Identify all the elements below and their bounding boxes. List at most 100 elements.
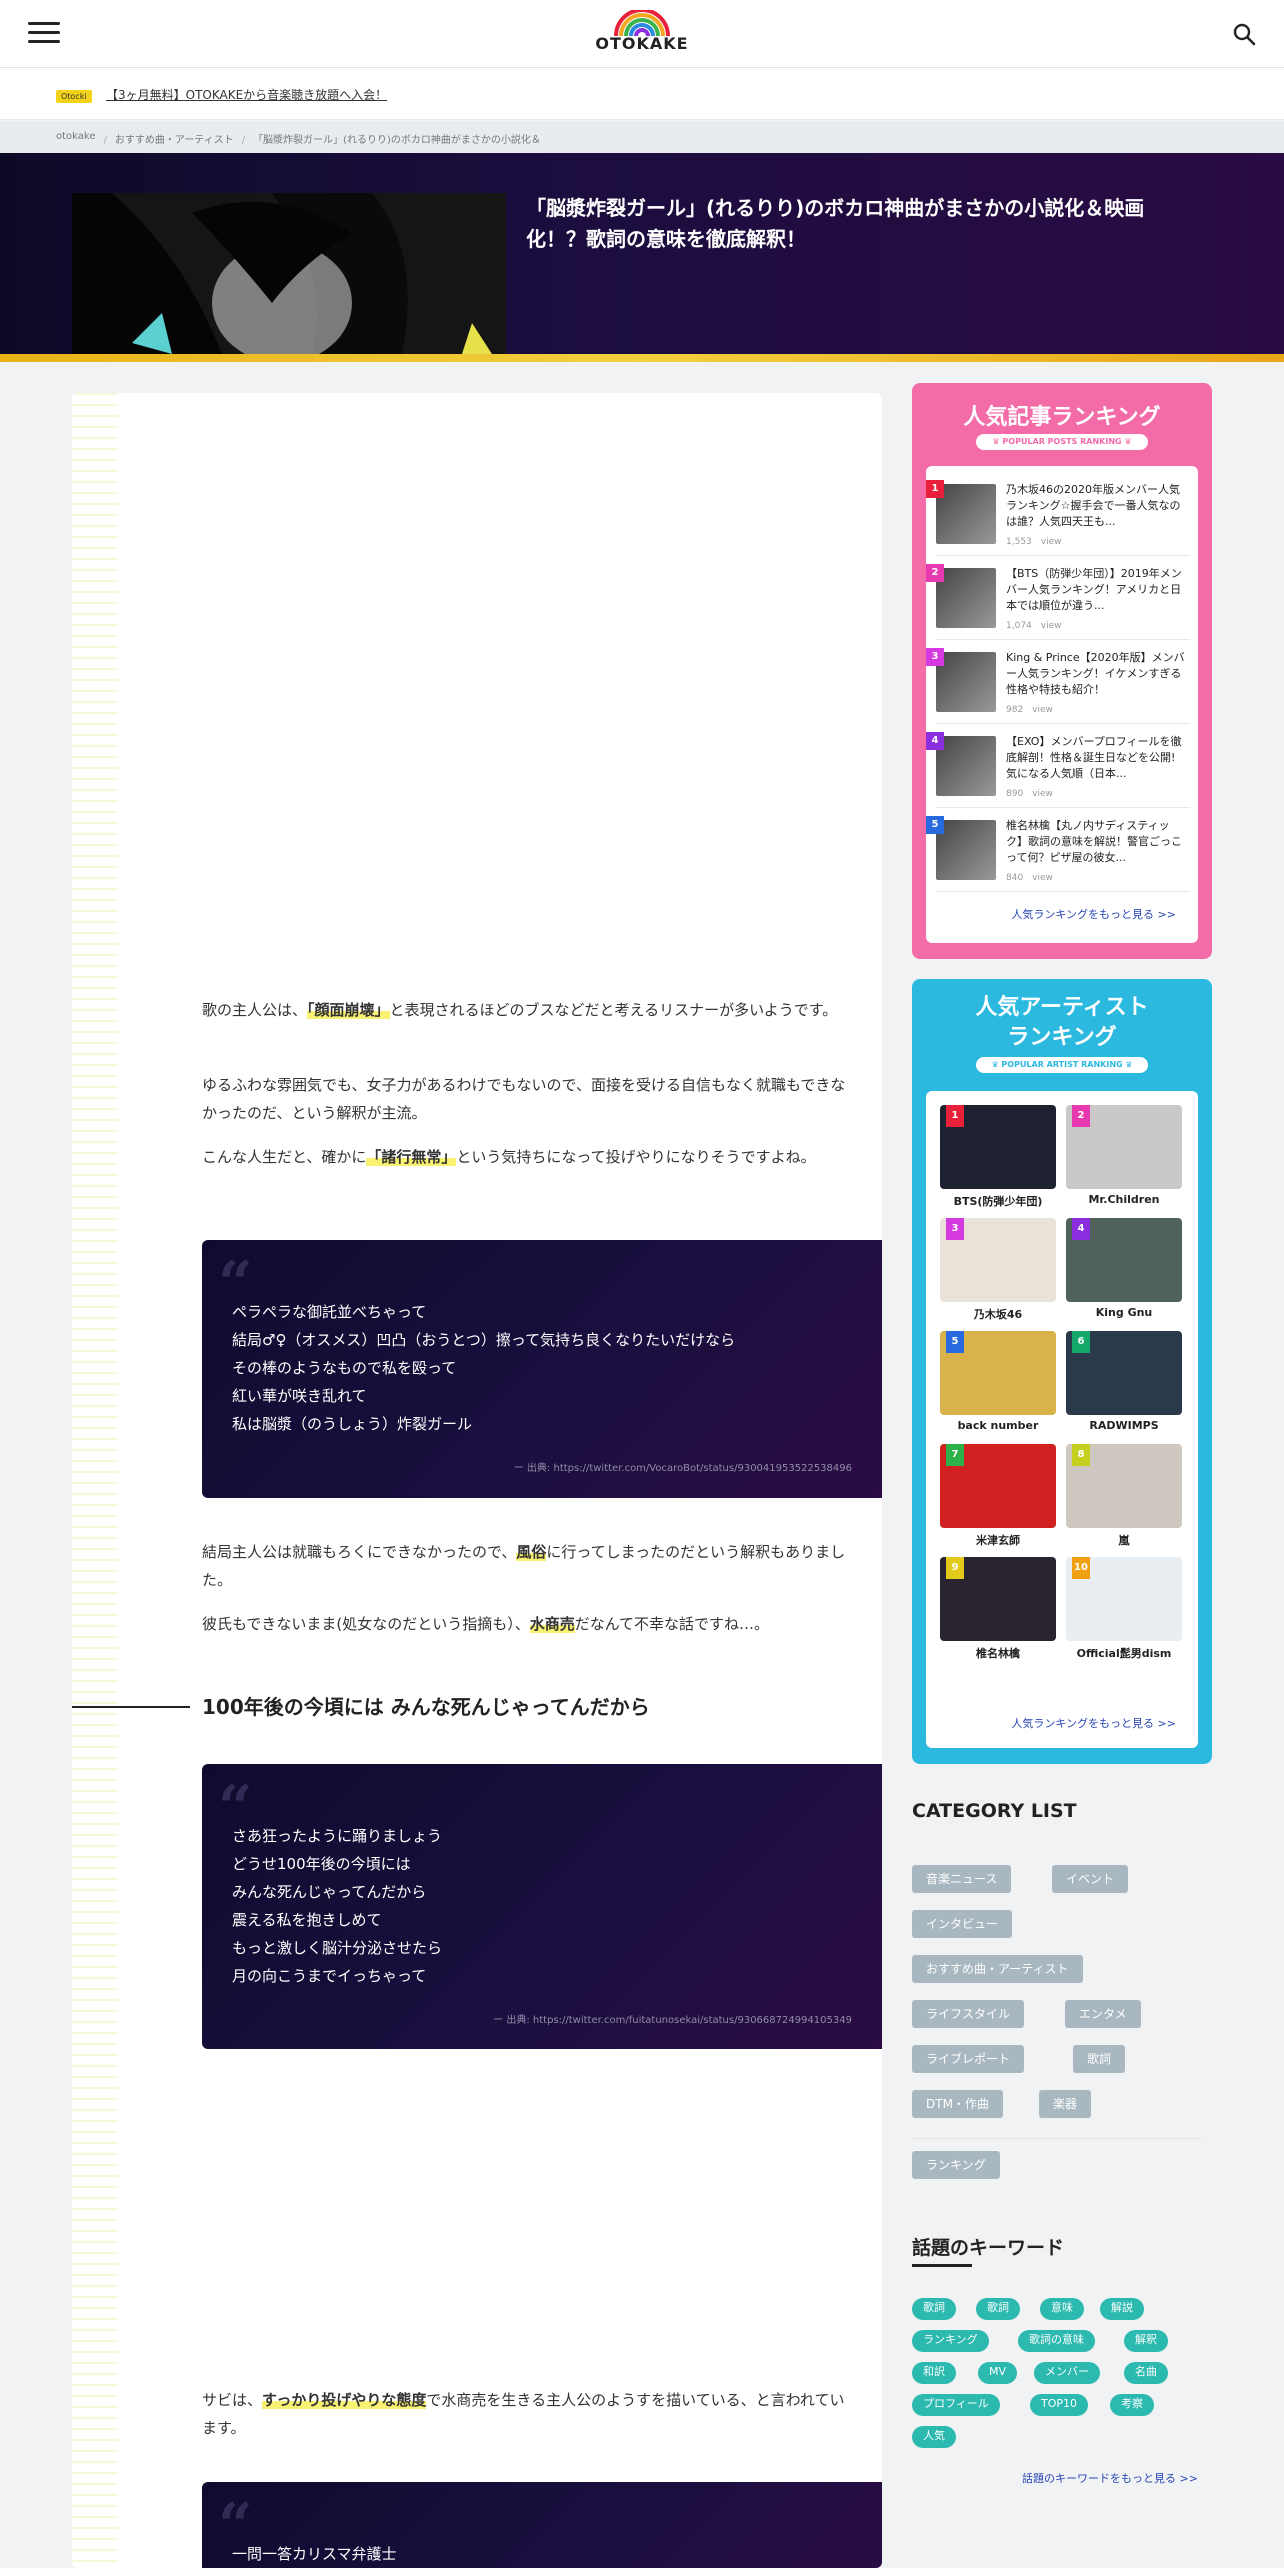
highlight: 「顔面崩壊」 <box>307 1001 390 1019</box>
artist-name[interactable]: 嵐 <box>1066 1532 1182 1548</box>
hero-image <box>72 193 506 354</box>
post-thumbnail[interactable] <box>936 736 996 796</box>
category-list-title: CATEGORY LIST <box>912 1800 1077 1822</box>
artist-name[interactable]: Mr.Children <box>1066 1193 1182 1206</box>
artist-name[interactable]: 乃木坂46 <box>940 1306 1056 1322</box>
category-chip[interactable]: おすすめ曲・アーティスト <box>912 1955 1083 1983</box>
artist-item[interactable]: 3 乃木坂46 <box>940 1218 1056 1326</box>
rank-number: 2 <box>1072 1105 1090 1127</box>
post-title[interactable]: 【BTS（防弾少年団）】2019年メンバー人気ランキング！アメリカと日本では順位… <box>1006 566 1186 614</box>
artist-item[interactable]: 6 RADWIMPS <box>1066 1331 1182 1439</box>
rank-number: 5 <box>926 816 944 834</box>
category-chip[interactable]: 歌詞 <box>1073 2045 1126 2073</box>
artist-item[interactable]: 8 嵐 <box>1066 1444 1182 1552</box>
site-logo[interactable]: OTOKAKE <box>592 10 692 60</box>
post-thumbnail[interactable] <box>936 484 996 544</box>
keyword-tag[interactable]: 歌詞の意味 <box>1018 2330 1095 2352</box>
ranking-post-item[interactable]: 3 King & Prince【2020年版】メンバー人気ランキング！イケメンす… <box>926 644 1190 724</box>
keyword-tag[interactable]: 人気 <box>912 2426 956 2448</box>
ranking-list: 1 乃木坂46の2020年版メンバー人気ランキング☆握手会で一番人気なのは誰？人… <box>926 466 1198 943</box>
keyword-tag[interactable]: MV <box>978 2362 1018 2384</box>
category-chip[interactable]: DTM・作曲 <box>912 2090 1003 2118</box>
quote-source[interactable]: ー 出典: https://twitter.com/fuitatunosekai… <box>493 2011 852 2026</box>
rank-number: 10 <box>1072 1557 1090 1579</box>
artist-name[interactable]: 米津玄師 <box>940 1532 1056 1548</box>
keyword-tag[interactable]: 解釈 <box>1124 2330 1168 2352</box>
artist-item[interactable]: 1 BTS(防弾少年団) <box>940 1105 1056 1213</box>
ranking-post-item[interactable]: 4 【EXO】メンバープロフィールを徹底解剖！性格＆誕生日などを公開!気になる人… <box>926 728 1190 808</box>
keyword-tag[interactable]: 和訳 <box>912 2362 956 2384</box>
paragraph: ゆるふわな雰囲気でも、女子力があるわけでもないので、面接を受ける自信もなく就職も… <box>202 1076 846 1122</box>
ranking-more-link[interactable]: 人気ランキングをもっと見る >> <box>1011 1715 1176 1731</box>
artist-name[interactable]: 椎名林檎 <box>940 1645 1056 1661</box>
artist-item[interactable]: 2 Mr.Children <box>1066 1105 1182 1213</box>
keyword-tag[interactable]: ランキング <box>912 2330 989 2352</box>
category-chip[interactable]: イベント <box>1052 1865 1129 1893</box>
keyword-tag[interactable]: 解説 <box>1100 2298 1144 2320</box>
keyword-tag[interactable]: 歌詞 <box>912 2298 956 2320</box>
ranking-post-item[interactable]: 5 椎名林檎【丸ノ内サディスティック】歌詞の意味を解説！警官ごっこって何？ピザ屋… <box>926 812 1190 892</box>
rank-number: 4 <box>926 732 944 750</box>
breadcrumb-home[interactable]: otokake <box>56 131 96 146</box>
keyword-tag[interactable]: 歌詞 <box>976 2298 1020 2320</box>
category-chip[interactable]: ランキング <box>912 2151 1000 2179</box>
keyword-tag[interactable]: プロフィール <box>912 2394 1000 2416</box>
category-chip[interactable]: 楽器 <box>1039 2090 1092 2118</box>
artist-item[interactable]: 4 King Gnu <box>1066 1218 1182 1326</box>
artist-name[interactable]: BTS(防弾少年団) <box>940 1193 1056 1209</box>
artist-item[interactable]: 5 back number <box>940 1331 1056 1439</box>
artist-item[interactable]: 10 Official髭男dism <box>1066 1557 1182 1665</box>
rank-number: 1 <box>926 480 944 498</box>
post-title[interactable]: King & Prince【2020年版】メンバー人気ランキング！イケメンすぎる… <box>1006 650 1186 698</box>
post-thumbnail[interactable] <box>936 820 996 880</box>
category-chip[interactable]: ライブレポート <box>912 2045 1025 2073</box>
rank-number: 4 <box>1072 1218 1090 1240</box>
heading-line <box>72 1706 190 1708</box>
ranking-title: 人気記事ランキング <box>963 405 1161 430</box>
rank-number: 7 <box>946 1444 964 1466</box>
quote-lines: さあ狂ったように踊りましょう どうせ100年後の今頃には みんな死んじゃってんだ… <box>232 1827 443 1985</box>
keyword-tag[interactable]: メンバー <box>1034 2362 1100 2384</box>
post-title[interactable]: 椎名林檎【丸ノ内サディスティック】歌詞の意味を解説！警官ごっこって何？ピザ屋の彼… <box>1006 818 1186 866</box>
keyword-tag[interactable]: 考察 <box>1110 2394 1154 2416</box>
artist-item[interactable]: 7 米津玄師 <box>940 1444 1056 1552</box>
artist-name[interactable]: RADWIMPS <box>1066 1419 1182 1432</box>
category-chip[interactable]: 音楽ニュース <box>912 1865 1012 1893</box>
lyrics-quote: “ 一問一答カリスマ弁護士 <box>202 2482 882 2568</box>
post-thumbnail[interactable] <box>936 568 996 628</box>
notice-bar: Otocki 【3ヶ月無料】OTOKAKEから音楽聴き放題へ入会！ <box>0 68 1284 120</box>
menu-icon[interactable] <box>28 22 60 44</box>
keyword-tag[interactable]: TOP10 <box>1030 2394 1089 2416</box>
quote-source[interactable]: ー 出典: https://twitter.com/VocaroBot/stat… <box>514 1459 852 1474</box>
category-chip[interactable]: インタビュー <box>912 1910 1013 1938</box>
post-views: 890 view <box>1006 789 1053 799</box>
hero-divider <box>0 354 1284 362</box>
post-views: 1,074 view <box>1006 621 1062 631</box>
search-icon[interactable] <box>1232 22 1256 46</box>
artist-item[interactable]: 9 椎名林檎 <box>940 1557 1056 1665</box>
keyword-tag[interactable]: 名曲 <box>1124 2362 1168 2384</box>
keywords-title: 話題のキーワード <box>912 2237 1065 2259</box>
notice-link[interactable]: 【3ヶ月無料】OTOKAKEから音楽聴き放題へ入会！ <box>106 86 387 103</box>
post-title[interactable]: 乃木坂46の2020年版メンバー人気ランキング☆握手会で一番人気なのは誰？人気四… <box>1006 482 1186 530</box>
lyrics-quote: “ さあ狂ったように踊りましょう どうせ100年後の今頃には みんな死んじゃって… <box>202 1764 882 2049</box>
lyrics-quote: “ ペラペラな御託並べちゃって 結局♂♀（オスメス）凹凸（おうとつ）擦って気持ち… <box>202 1240 882 1498</box>
artist-name[interactable]: Official髭男dism <box>1066 1645 1182 1661</box>
rank-number: 1 <box>946 1105 964 1127</box>
artist-name[interactable]: King Gnu <box>1066 1306 1182 1319</box>
keyword-tag[interactable]: 意味 <box>1040 2298 1084 2320</box>
ranking-post-item[interactable]: 1 乃木坂46の2020年版メンバー人気ランキング☆握手会で一番人気なのは誰？人… <box>926 476 1190 556</box>
post-title[interactable]: 【EXO】メンバープロフィールを徹底解剖！性格＆誕生日などを公開!気になる人気順… <box>1006 734 1186 782</box>
popular-posts-ranking: 人気記事ランキング ♛ POPULAR POSTS RANKING ♛ 1 乃木… <box>912 383 1212 959</box>
keywords-more-link[interactable]: 話題のキーワードをもっと見る >> <box>1022 2470 1198 2486</box>
article-hero: 「脳漿炸裂ガール」(れるりり)のボカロ神曲がまさかの小説化＆映画化！？歌詞の意味… <box>0 153 1284 354</box>
category-chip[interactable]: ライフスタイル <box>912 2000 1025 2028</box>
artist-name[interactable]: back number <box>940 1419 1056 1432</box>
breadcrumb-category[interactable]: おすすめ曲・アーティスト <box>104 131 234 146</box>
rank-number: 2 <box>926 564 944 582</box>
ranking-post-item[interactable]: 2 【BTS（防弾少年団）】2019年メンバー人気ランキング！アメリカと日本では… <box>926 560 1190 640</box>
paragraph: こんな人生だと、確かに「諸行無常」という気持ちになって投げやりになりそうですよね… <box>202 1148 816 1166</box>
category-chip[interactable]: エンタメ <box>1065 2000 1141 2028</box>
ranking-more-link[interactable]: 人気ランキングをもっと見る >> <box>1011 906 1176 922</box>
post-thumbnail[interactable] <box>936 652 996 712</box>
